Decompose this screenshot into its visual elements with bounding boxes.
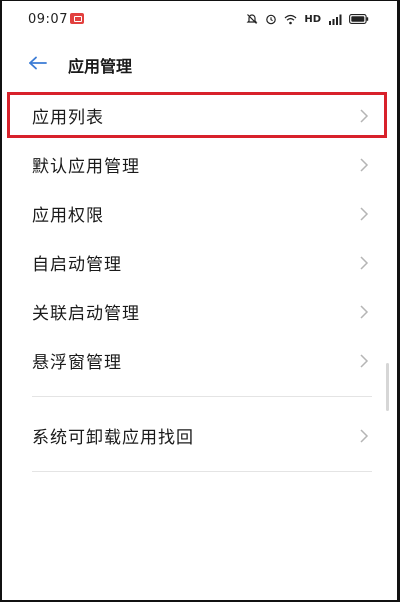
page-title: 应用管理: [68, 57, 133, 76]
chevron-right-icon: [360, 255, 369, 270]
settings-list-extra: 系统可卸载应用找回: [2, 411, 397, 460]
list-item-label: 悬浮窗管理: [32, 353, 122, 373]
notification-badge-icon: [70, 13, 84, 24]
list-item-label: 应用列表: [32, 108, 104, 128]
status-bar: 09:07 HD: [2, 1, 397, 37]
settings-list: 应用列表 默认应用管理 应用权限 自启动管理 关联启动管理 悬浮窗管理: [2, 91, 397, 385]
list-item-label: 应用权限: [32, 206, 104, 226]
chevron-right-icon: [360, 353, 369, 368]
section-divider: [32, 471, 372, 472]
list-item-restore-system-apps[interactable]: 系统可卸载应用找回: [2, 411, 397, 460]
section-divider: [32, 396, 372, 397]
bell-mute-icon: [246, 14, 258, 24]
chevron-right-icon: [360, 428, 369, 443]
scrollbar[interactable]: [386, 363, 389, 411]
back-button[interactable]: [24, 51, 52, 75]
list-item-label: 默认应用管理: [32, 157, 140, 177]
list-item-floating-window[interactable]: 悬浮窗管理: [2, 336, 397, 385]
list-item-app-list[interactable]: 应用列表: [2, 91, 397, 140]
list-item-associated-launch[interactable]: 关联启动管理: [2, 287, 397, 336]
status-icons: HD: [246, 11, 369, 27]
list-item-label: 关联启动管理: [32, 304, 140, 324]
chevron-right-icon: [360, 206, 369, 221]
alarm-icon: [266, 14, 277, 25]
chevron-right-icon: [360, 108, 369, 123]
chevron-right-icon: [360, 157, 369, 172]
list-item-autostart[interactable]: 自启动管理: [2, 238, 397, 287]
list-item-app-permissions[interactable]: 应用权限: [2, 189, 397, 238]
list-item-label: 系统可卸载应用找回: [32, 428, 194, 448]
list-item-label: 自启动管理: [32, 255, 122, 275]
hd-label: HD: [304, 13, 321, 25]
battery-icon: [349, 14, 369, 24]
arrow-left-icon: [29, 56, 47, 70]
wifi-icon: [284, 14, 297, 24]
status-time: 09:07: [28, 12, 68, 27]
page-header: 应用管理: [2, 41, 397, 85]
chevron-right-icon: [360, 304, 369, 319]
app-management-screen: 09:07 HD 应用管理 应用列表 默认应用管理 应用权限 自启动管理 关联启…: [0, 0, 400, 602]
signal-icon: [329, 14, 342, 25]
list-item-default-apps[interactable]: 默认应用管理: [2, 140, 397, 189]
